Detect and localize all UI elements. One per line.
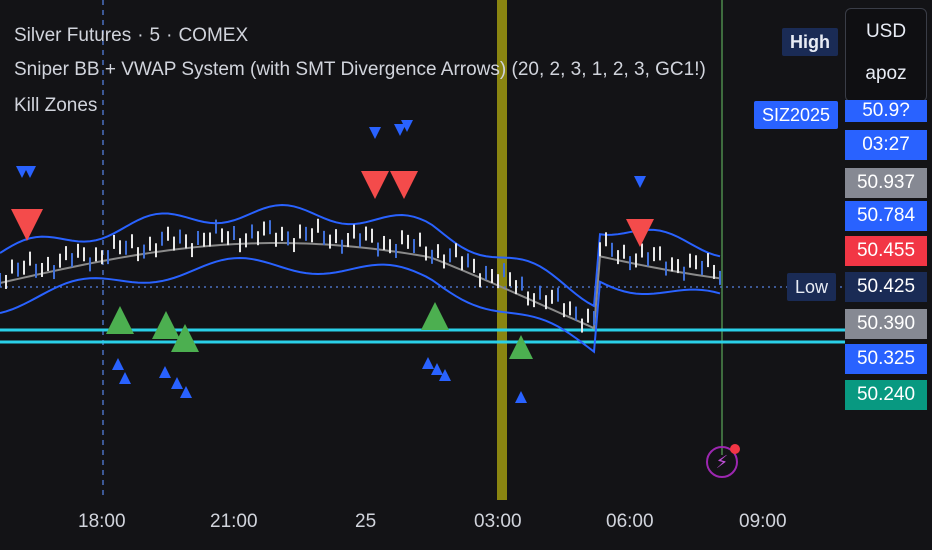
exchange: COMEX [178, 25, 249, 46]
smt-up-arrow [171, 377, 183, 389]
buy-signal-arrow [421, 302, 449, 330]
price-label: 50.9? [845, 100, 927, 122]
buy-signal-arrow [152, 311, 180, 339]
smt-up-arrow [119, 372, 131, 384]
separator: · [137, 25, 144, 46]
price-label: 50.325 [845, 344, 927, 374]
lower-band [0, 256, 721, 354]
x-axis-label: 25 [355, 511, 377, 532]
x-axis-label: 06:00 [606, 511, 654, 532]
countdown-label: 03:27 [845, 130, 927, 160]
symbol-tag: SIZ2025 [754, 101, 839, 129]
indicator-legend[interactable]: Sniper BB + VWAP System (with SMT Diverg… [14, 58, 706, 82]
smt-up-arrow [422, 357, 434, 369]
high-tag: High [782, 28, 838, 56]
symbol-name: Silver Futures [14, 25, 132, 46]
killzones-legend[interactable]: Kill Zones [14, 94, 97, 118]
x-axis-label: 03:00 [474, 511, 522, 532]
price-label: 50.784 [845, 201, 927, 231]
x-axis-label: 18:00 [78, 511, 126, 532]
x-axis-label: 21:00 [210, 511, 258, 532]
price-label: 50.937 [845, 168, 927, 198]
smt-down-arrow [24, 166, 36, 178]
price-label: 50.390 [845, 309, 927, 339]
price-label: 50.240 [845, 380, 927, 410]
sell-signal-arrow [390, 171, 418, 199]
price-label: 50.425 [845, 272, 927, 302]
symbol-legend[interactable]: Silver Futures · 5 · COMEX [14, 24, 248, 48]
user-label: apoz [865, 63, 907, 84]
buy-signal-arrow [106, 306, 134, 334]
lightning-icon[interactable]: ⚡ [706, 444, 740, 478]
smt-up-arrow [515, 391, 527, 403]
low-tag: Low [787, 273, 837, 301]
smt-up-arrow [159, 366, 171, 378]
currency-code: USD [865, 21, 907, 42]
sell-signal-arrow [361, 171, 389, 199]
smt-up-arrow [112, 358, 124, 370]
x-axis-label: 09:00 [739, 511, 787, 532]
currency-selector[interactable]: USD apoz [845, 8, 927, 102]
notification-dot [730, 444, 740, 454]
smt-down-arrow [634, 176, 646, 188]
separator: · [166, 25, 173, 46]
price-label: 50.455 [845, 236, 927, 266]
interval: 5 [149, 25, 161, 46]
smt-down-arrow [369, 127, 381, 139]
buy-signal-arrow [509, 335, 533, 359]
